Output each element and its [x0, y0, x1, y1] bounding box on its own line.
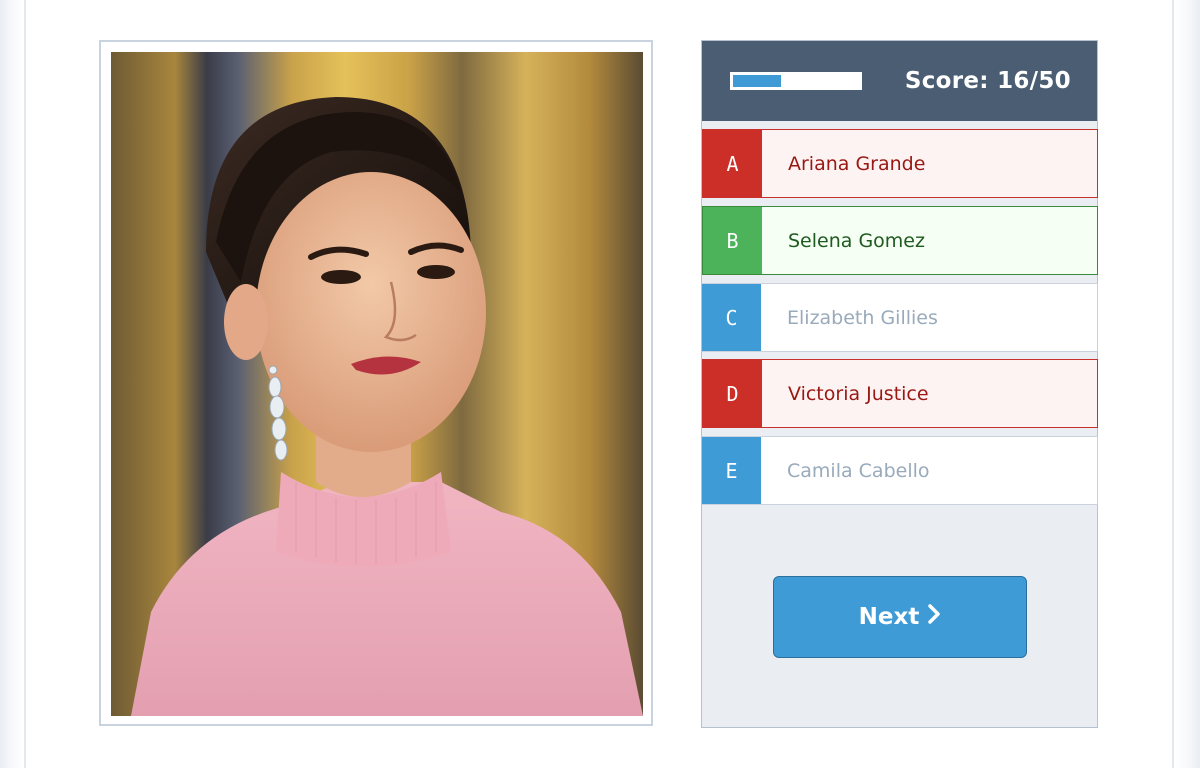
progress-bar — [730, 72, 862, 90]
photo-card — [99, 40, 653, 726]
option-label: Victoria Justice — [762, 360, 1097, 427]
next-button-label: Next — [858, 604, 920, 630]
option-letter: C — [702, 284, 761, 351]
score-text: Score: 16/50 — [904, 68, 1071, 94]
option-label: Elizabeth Gillies — [761, 284, 1097, 351]
option-letter: E — [702, 437, 761, 504]
page-edge-right — [1172, 0, 1174, 768]
quiz-header: Score: 16/50 — [702, 41, 1097, 121]
option-letter: B — [703, 207, 762, 274]
option-letter: D — [703, 360, 762, 427]
option-label: Camila Cabello — [761, 437, 1097, 504]
answer-option-e[interactable]: E Camila Cabello — [702, 436, 1098, 505]
portrait-photo — [111, 52, 643, 716]
quiz-panel: Score: 16/50 A Ariana Grande B Selena Go… — [701, 40, 1098, 728]
answer-option-c[interactable]: C Elizabeth Gillies — [702, 283, 1098, 352]
option-label: Ariana Grande — [762, 130, 1097, 197]
progress-fill — [733, 75, 781, 87]
answer-option-b[interactable]: B Selena Gomez — [702, 206, 1098, 275]
portrait-illustration — [131, 97, 643, 716]
answer-option-d[interactable]: D Victoria Justice — [702, 359, 1098, 428]
answer-option-a[interactable]: A Ariana Grande — [702, 129, 1098, 198]
next-button[interactable]: Next — [773, 576, 1027, 658]
page-edge-left — [24, 0, 26, 768]
option-letter: A — [703, 130, 762, 197]
chevron-right-icon — [927, 604, 941, 630]
quiz-page: Score: 16/50 A Ariana Grande B Selena Go… — [0, 0, 1200, 768]
option-label: Selena Gomez — [762, 207, 1097, 274]
